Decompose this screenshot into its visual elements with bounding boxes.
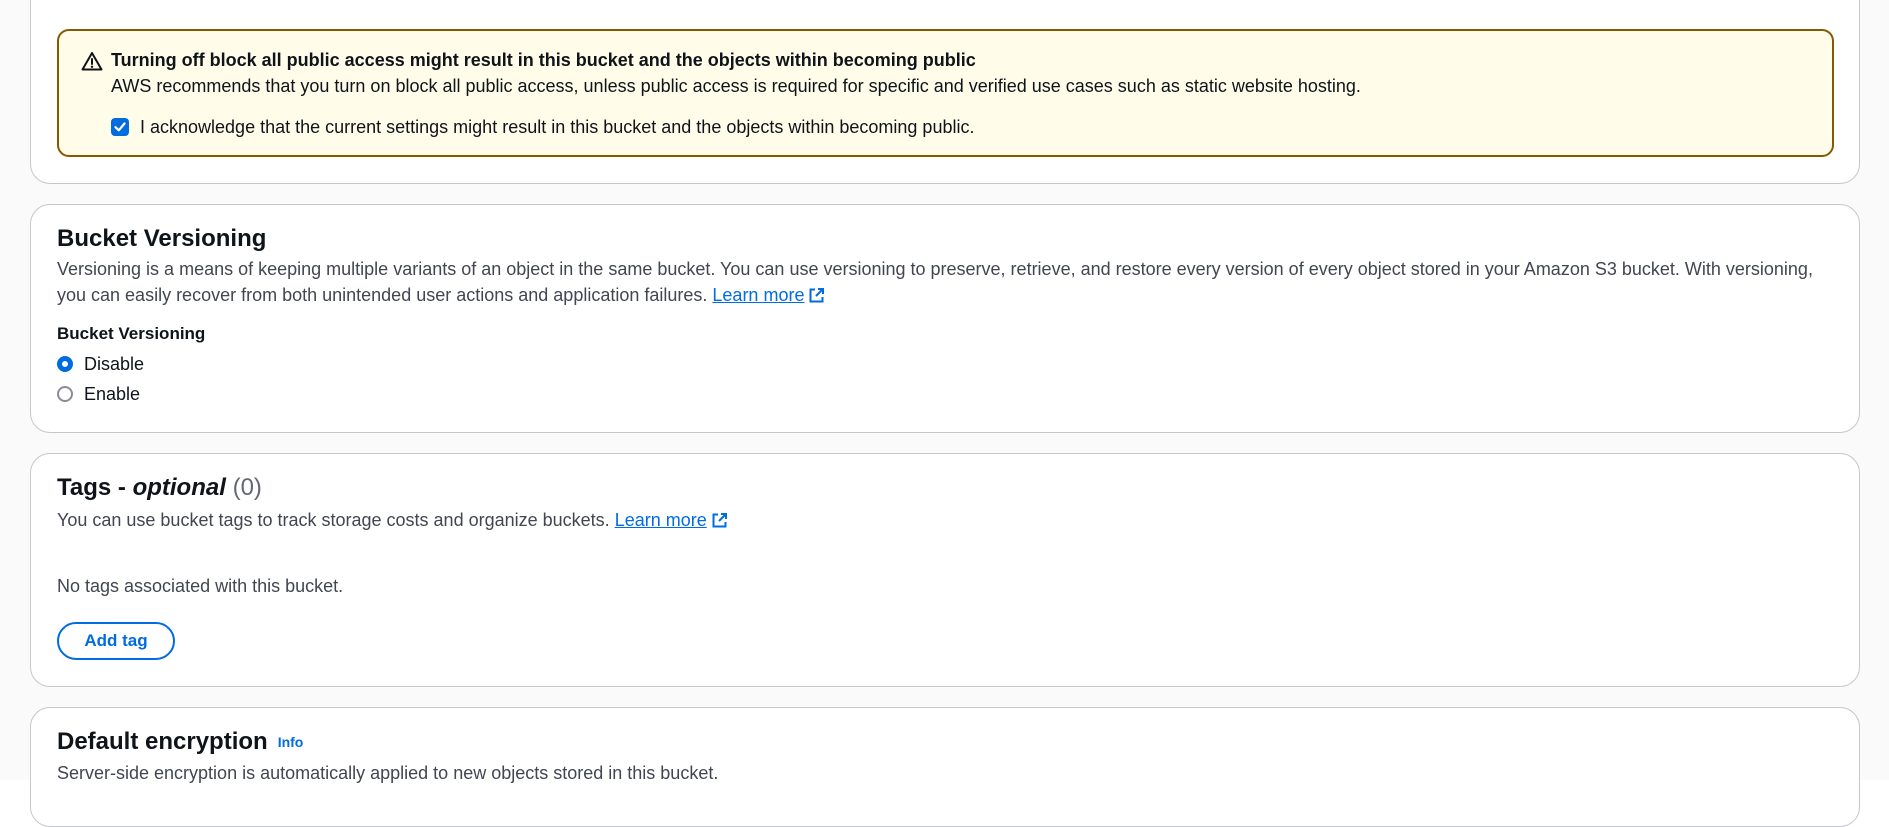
warning-text: AWS recommends that you turn on block al…: [111, 76, 1361, 96]
radio-enable[interactable]: [57, 386, 73, 402]
versioning-description-text: Versioning is a means of keeping multipl…: [57, 259, 1813, 305]
tags-panel: Tags - optional (0) You can use bucket t…: [30, 453, 1860, 687]
versioning-learn-more-link[interactable]: Learn more: [712, 285, 825, 305]
checkmark-icon: [114, 122, 126, 132]
tags-heading: Tags - optional (0): [57, 474, 262, 502]
tags-learn-more-link[interactable]: Learn more: [615, 510, 728, 530]
versioning-field-label: Bucket Versioning: [57, 324, 206, 343]
default-encryption-panel: Default encryption Info Server-side encry…: [30, 707, 1860, 827]
radio-disable-label[interactable]: Disable: [84, 354, 144, 375]
versioning-option-enable[interactable]: Enable: [57, 382, 140, 406]
bucket-versioning-panel: Bucket Versioning Versioning is a means …: [30, 204, 1860, 433]
acknowledge-row[interactable]: I acknowledge that the current settings …: [111, 116, 974, 138]
tags-learn-more-label[interactable]: Learn more: [615, 510, 707, 530]
versioning-learn-more-label[interactable]: Learn more: [712, 285, 804, 305]
acknowledge-checkbox[interactable]: [111, 118, 129, 136]
tags-description-text: You can use bucket tags to track storage…: [57, 510, 610, 530]
encryption-info-link[interactable]: Info: [278, 734, 304, 750]
page: Turning off block all public access migh…: [0, 0, 1889, 827]
versioning-option-disable[interactable]: Disable: [57, 352, 144, 376]
tags-heading-optional: optional: [132, 474, 226, 501]
radio-disable[interactable]: [57, 356, 73, 372]
external-link-icon: [809, 288, 825, 303]
tags-empty-text: No tags associated with this bucket.: [57, 576, 344, 596]
tags-description: You can use bucket tags to track storage…: [57, 507, 728, 533]
warning-title: Turning off block all public access migh…: [111, 50, 976, 70]
add-tag-button[interactable]: Add tag: [57, 622, 175, 660]
acknowledge-label[interactable]: I acknowledge that the current settings …: [140, 117, 974, 138]
versioning-heading: Bucket Versioning: [57, 225, 267, 252]
block-public-access-panel: Turning off block all public access migh…: [30, 0, 1860, 184]
public-access-warning-alert: Turning off block all public access migh…: [57, 29, 1834, 157]
tags-heading-main: Tags -: [57, 474, 126, 501]
tags-count: (0): [232, 474, 262, 501]
encryption-description: Server-side encryption is automatically …: [57, 763, 719, 783]
warning-icon: [81, 52, 103, 71]
encryption-heading: Default encryption Info: [57, 728, 303, 756]
versioning-description: Versioning is a means of keeping multipl…: [57, 256, 1837, 308]
radio-enable-label[interactable]: Enable: [84, 384, 140, 405]
encryption-heading-text: Default encryption: [57, 728, 268, 755]
external-link-icon: [712, 513, 727, 528]
